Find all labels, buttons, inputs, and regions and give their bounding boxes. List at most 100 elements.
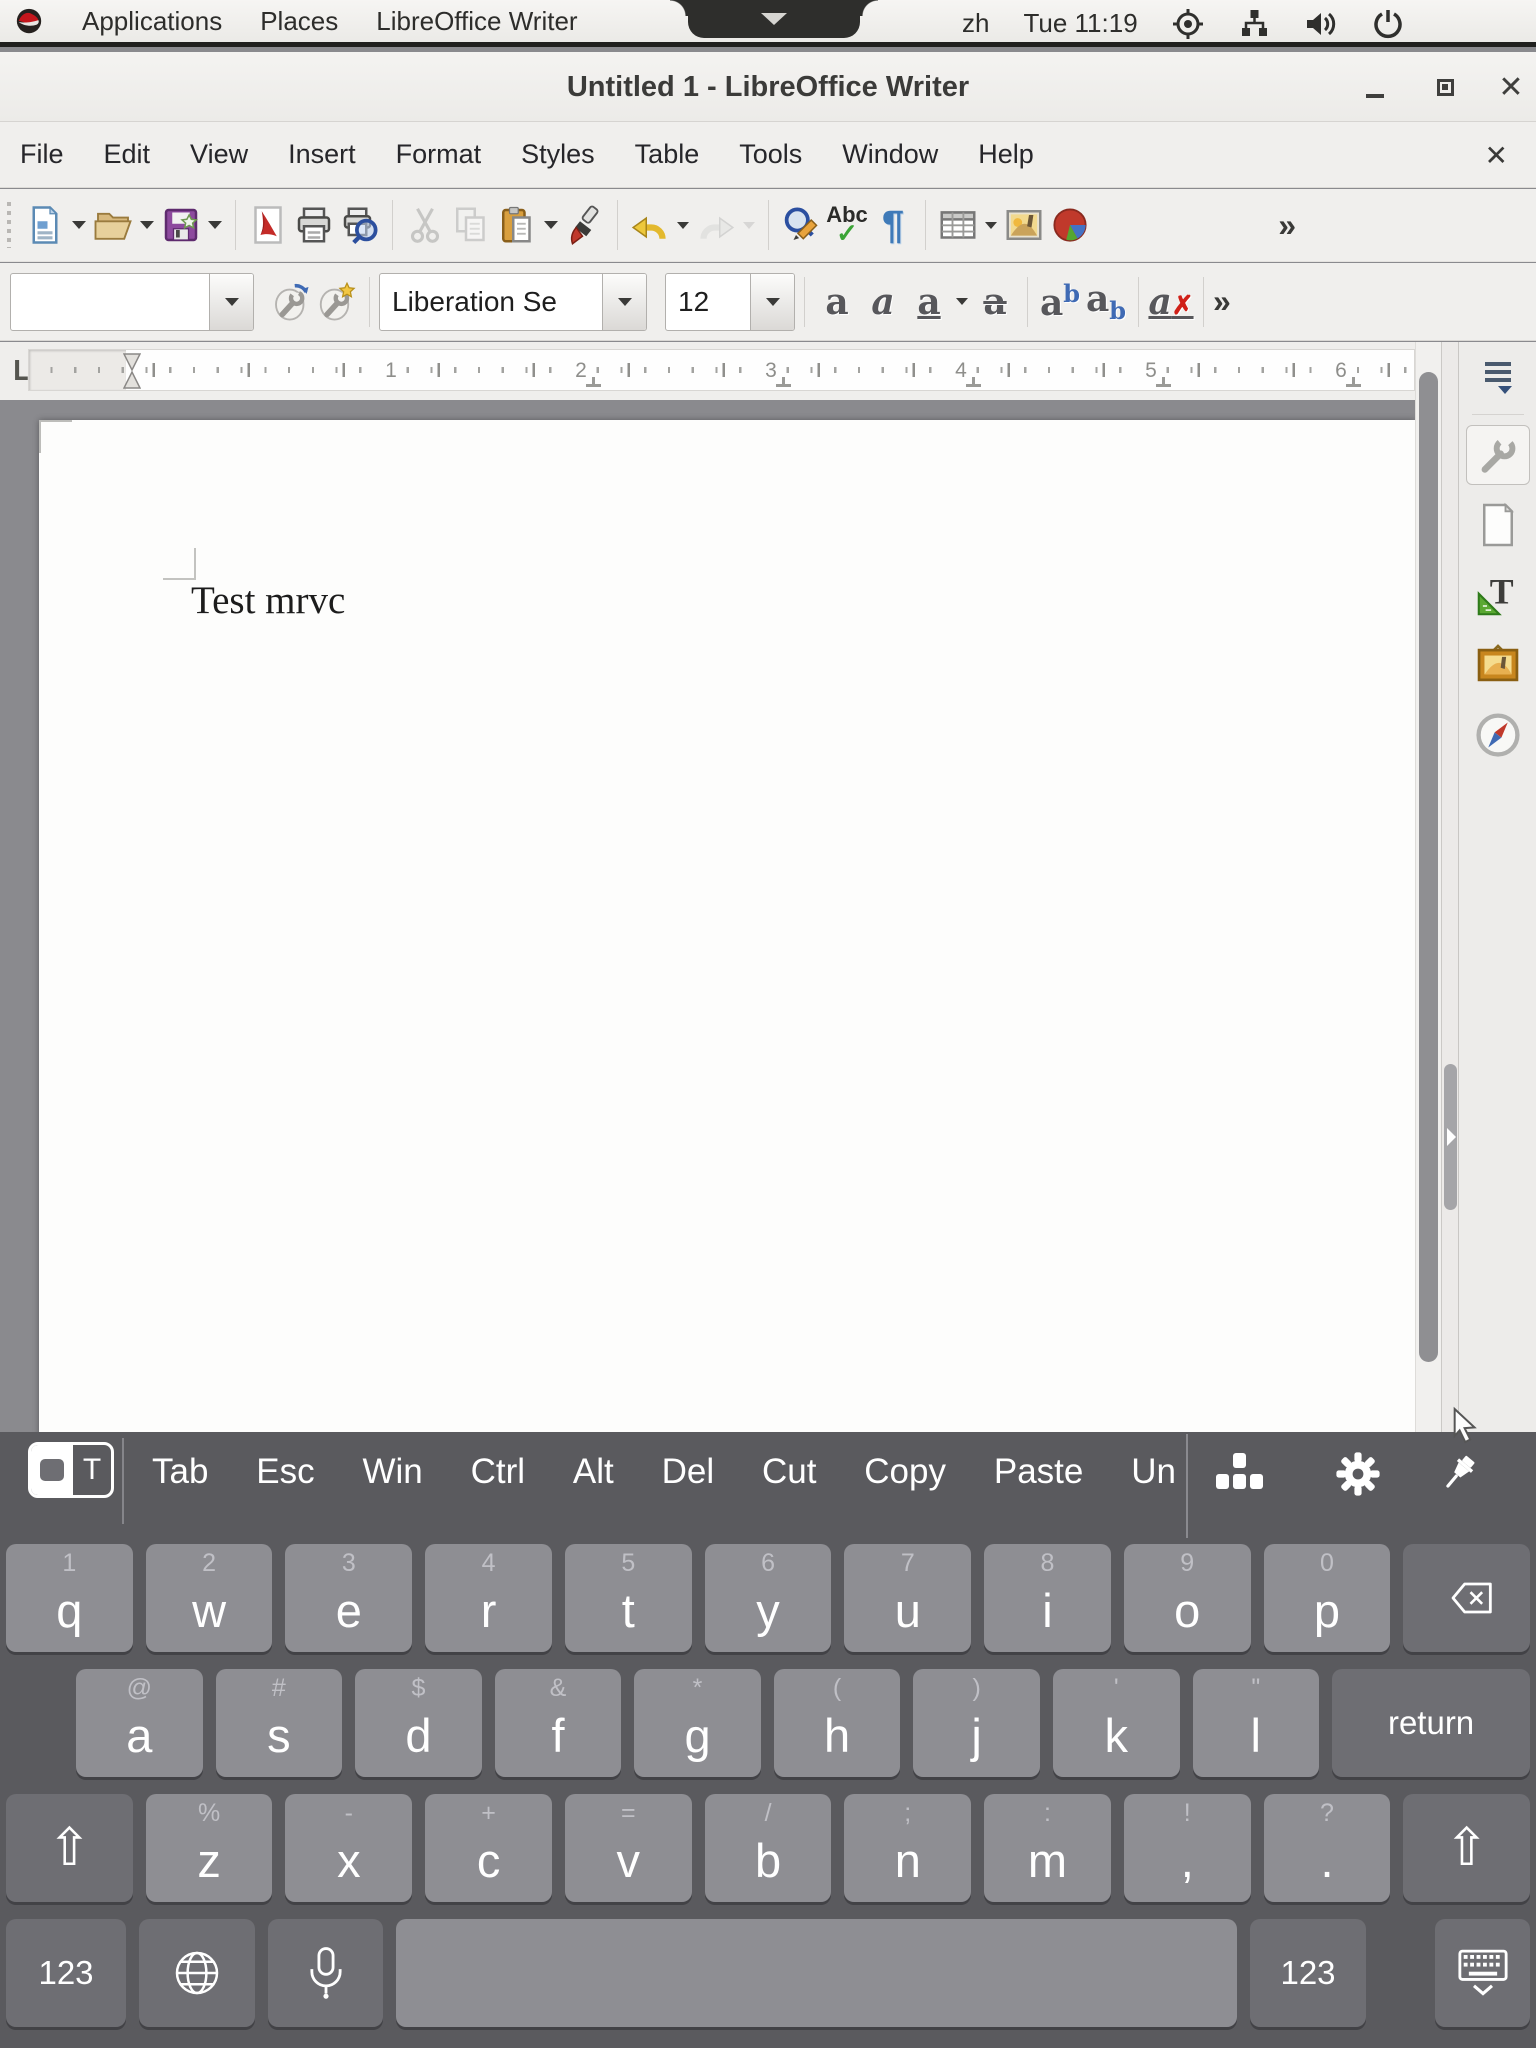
spelling-button[interactable]: Abc✓ <box>824 197 870 253</box>
key-u[interactable]: 7u <box>844 1544 971 1652</box>
key-o[interactable]: 9o <box>1124 1544 1251 1652</box>
kb-toolbar-key-win[interactable]: Win <box>362 1452 422 1492</box>
key-t[interactable]: 5t <box>565 1544 692 1652</box>
bold-button[interactable]: a <box>814 274 860 330</box>
print-button[interactable] <box>291 197 337 253</box>
menu-edit[interactable]: Edit <box>104 139 151 170</box>
kb-toolbar-key-del[interactable]: Del <box>662 1452 715 1492</box>
key-j[interactable]: )j <box>913 1669 1040 1777</box>
topbar-menu-libreoffice-writer[interactable]: LibreOffice Writer <box>376 6 577 37</box>
keyboard-pin-button[interactable] <box>1432 1448 1484 1500</box>
trackpad-mode-icon[interactable] <box>31 1445 73 1495</box>
sidebar-tab-page[interactable] <box>1466 495 1530 555</box>
key-mic[interactable] <box>268 1919 383 2027</box>
key-q[interactable]: 1q <box>6 1544 133 1652</box>
volume-icon[interactable] <box>1304 8 1338 40</box>
undo-dropdown-icon[interactable] <box>677 222 689 229</box>
key-x[interactable]: -x <box>285 1794 412 1902</box>
toolbar-drag-handle[interactable] <box>4 202 16 248</box>
restore-button[interactable] <box>1422 52 1468 122</box>
key-l[interactable]: "l <box>1193 1669 1320 1777</box>
menu-file[interactable]: File <box>20 139 64 170</box>
underline-dropdown-icon[interactable] <box>956 298 968 305</box>
menu-insert[interactable]: Insert <box>288 139 356 170</box>
insert-table-dropdown-icon[interactable] <box>985 222 997 229</box>
open-dropdown-icon[interactable] <box>140 221 154 229</box>
kb-toolbar-key-tab[interactable]: Tab <box>152 1452 208 1492</box>
paste-dropdown-icon[interactable] <box>544 221 558 229</box>
close-button[interactable]: ✕ <box>1488 52 1534 122</box>
key-e[interactable]: 3e <box>285 1544 412 1652</box>
key-123[interactable]: 123 <box>6 1919 126 2027</box>
key-globe[interactable] <box>139 1919 255 2027</box>
extra-keys-button[interactable] <box>1214 1448 1266 1500</box>
toolbar-overflow-button[interactable]: » <box>1278 207 1306 244</box>
kb-toolbar-key-paste[interactable]: Paste <box>994 1452 1084 1492</box>
close-document-button[interactable]: ✕ <box>1485 122 1508 188</box>
sidebar-tab-gallery[interactable] <box>1466 635 1530 695</box>
sidebar-tab-styles[interactable]: T <box>1466 565 1530 625</box>
subscript-button[interactable]: ab <box>1083 274 1129 330</box>
superscript-button[interactable]: ab <box>1037 274 1083 330</box>
network-icon[interactable] <box>1238 8 1270 40</box>
scrollbar-thumb[interactable] <box>1419 372 1438 1362</box>
menu-format[interactable]: Format <box>396 139 482 170</box>
toolbar-overflow-button[interactable]: » <box>1213 283 1241 320</box>
key-w[interactable]: 2w <box>146 1544 273 1652</box>
indent-marker-icon[interactable] <box>123 353 141 389</box>
kb-toolbar-key-un[interactable]: Un <box>1131 1452 1176 1492</box>
keyboard-settings-button[interactable] <box>1332 1448 1384 1500</box>
save-button[interactable] <box>158 197 204 253</box>
font-name-value[interactable]: Liberation Se <box>380 274 602 330</box>
tab-stop-selector[interactable]: L <box>12 354 29 387</box>
menu-help[interactable]: Help <box>978 139 1034 170</box>
location-icon[interactable] <box>1172 8 1204 40</box>
insert-chart-button[interactable] <box>1047 197 1093 253</box>
splitter-handle[interactable] <box>1444 1064 1457 1210</box>
kb-toolbar-key-copy[interactable]: Copy <box>864 1452 946 1492</box>
menu-styles[interactable]: Styles <box>521 139 595 170</box>
update-style-button[interactable] <box>268 274 314 330</box>
menu-view[interactable]: View <box>190 139 248 170</box>
text-mode-label[interactable]: T <box>73 1445 111 1495</box>
key-h[interactable]: (h <box>774 1669 901 1777</box>
insert-table-button[interactable] <box>935 197 981 253</box>
kb-toolbar-key-alt[interactable]: Alt <box>573 1452 614 1492</box>
clone-formatting-button[interactable] <box>562 197 608 253</box>
sidebar-tab-navigator[interactable] <box>1466 705 1530 765</box>
key-z[interactable]: %z <box>146 1794 273 1902</box>
topbar-menu-places[interactable]: Places <box>260 6 338 37</box>
key-b[interactable]: /b <box>705 1794 832 1902</box>
new-style-button[interactable] <box>314 274 360 330</box>
key-m[interactable]: :m <box>984 1794 1111 1902</box>
key-y[interactable]: 6y <box>705 1544 832 1652</box>
paste-button[interactable] <box>494 197 540 253</box>
key-return[interactable]: return <box>1332 1669 1530 1777</box>
window-title-bar[interactable]: Untitled 1 - LibreOffice Writer ✕ <box>0 52 1536 122</box>
print-preview-button[interactable] <box>337 197 383 253</box>
power-icon[interactable] <box>1372 8 1404 40</box>
kb-toolbar-key-esc[interactable]: Esc <box>256 1452 314 1492</box>
key-r[interactable]: 4r <box>425 1544 552 1652</box>
horizontal-ruler[interactable]: 123456 <box>28 349 1415 391</box>
topbar-menu-applications[interactable]: Applications <box>82 6 222 37</box>
export-pdf-button[interactable] <box>245 197 291 253</box>
undo-button[interactable] <box>627 197 673 253</box>
underline-button[interactable]: a <box>906 274 952 330</box>
kb-toolbar-key-ctrl[interactable]: Ctrl <box>471 1452 525 1492</box>
font-name-dropdown-button[interactable] <box>602 274 646 330</box>
document-area[interactable]: Test mrvc <box>0 400 1415 1432</box>
document-page[interactable]: Test mrvc <box>39 420 1415 1432</box>
key-dismiss[interactable] <box>1435 1919 1530 2027</box>
menu-tools[interactable]: Tools <box>739 139 802 170</box>
key-f[interactable]: &f <box>495 1669 622 1777</box>
key-c[interactable]: +c <box>425 1794 552 1902</box>
key-,[interactable]: !, <box>1124 1794 1251 1902</box>
font-name-combo[interactable]: Liberation Se <box>379 273 647 331</box>
clear-formatting-button[interactable]: a✗ <box>1148 274 1194 330</box>
insert-image-button[interactable] <box>1001 197 1047 253</box>
menu-table[interactable]: Table <box>635 139 700 170</box>
clock[interactable]: Tue 11:19 <box>1023 8 1137 39</box>
font-size-dropdown-button[interactable] <box>750 274 794 330</box>
new-document-dropdown-icon[interactable] <box>72 221 86 229</box>
